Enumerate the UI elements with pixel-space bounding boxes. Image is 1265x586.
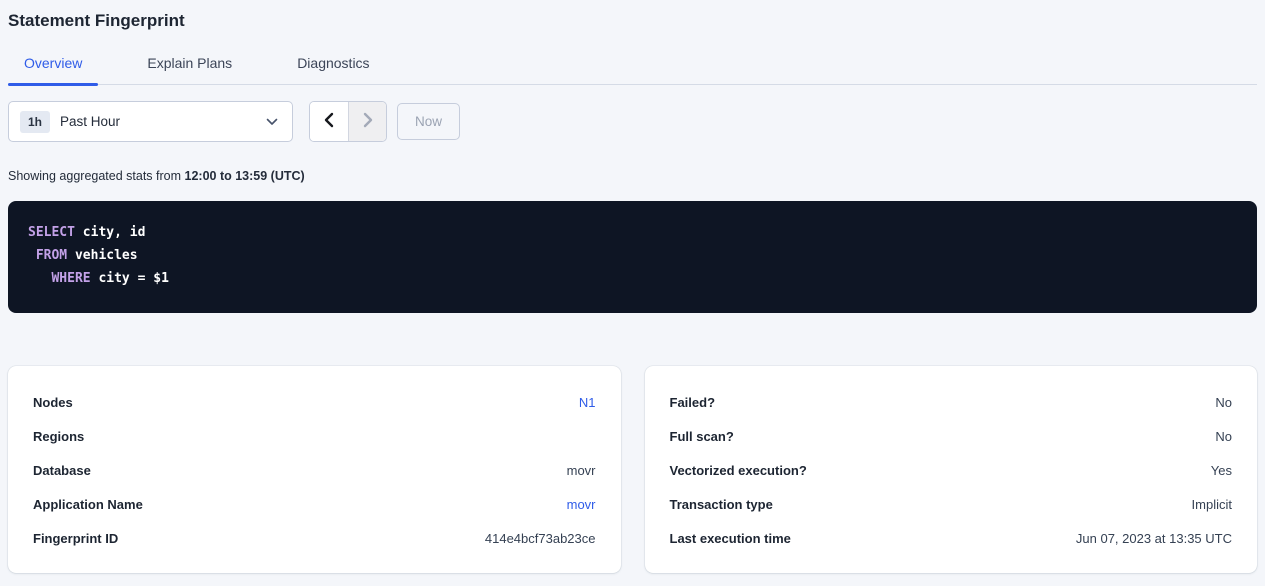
now-button[interactable]: Now xyxy=(397,103,460,140)
detail-value: 414e4bcf73ab23ce xyxy=(485,531,596,546)
detail-row: Nodes N1 xyxy=(33,385,596,419)
details-cards: NodesN1RegionsDatabasemovrApplication Na… xyxy=(8,366,1257,573)
sql-line: FROM vehicles xyxy=(28,244,1237,267)
detail-row: Database movr xyxy=(33,453,596,487)
detail-label: Last execution time xyxy=(670,531,791,546)
detail-value: Implicit xyxy=(1192,497,1232,512)
detail-row: Transaction type Implicit xyxy=(670,487,1233,521)
detail-row: Failed? No xyxy=(670,385,1233,419)
detail-value-link[interactable]: movr xyxy=(567,497,596,512)
detail-label: Fingerprint ID xyxy=(33,531,118,546)
detail-row: Vectorized execution? Yes xyxy=(670,453,1233,487)
statement-details-card: NodesN1RegionsDatabasemovrApplication Na… xyxy=(8,366,621,573)
detail-label: Application Name xyxy=(33,497,143,512)
detail-value: Yes xyxy=(1211,463,1232,478)
sql-line: WHERE city = $1 xyxy=(28,267,1237,290)
tab-overview[interactable]: Overview xyxy=(8,46,98,84)
detail-value: No xyxy=(1215,429,1232,444)
detail-value-link[interactable]: N1 xyxy=(579,395,596,410)
detail-value: Jun 07, 2023 at 13:35 UTC xyxy=(1076,531,1232,546)
detail-label: Full scan? xyxy=(670,429,734,444)
tab-bar: Overview Explain Plans Diagnostics xyxy=(8,46,1257,85)
detail-row: Application Name movr xyxy=(33,487,596,521)
detail-value: No xyxy=(1215,395,1232,410)
time-nav-group xyxy=(309,101,387,142)
page-title: Statement Fingerprint xyxy=(8,0,1257,31)
detail-value: movr xyxy=(567,463,596,478)
detail-label: Nodes xyxy=(33,395,73,410)
tab-diagnostics[interactable]: Diagnostics xyxy=(281,46,385,84)
stats-range: 12:00 to 13:59 (UTC) xyxy=(185,169,305,183)
prev-time-button[interactable] xyxy=(310,102,348,141)
chevron-down-icon xyxy=(266,118,278,126)
detail-label: Failed? xyxy=(670,395,716,410)
chevron-right-icon xyxy=(362,112,374,131)
sql-statement-box: SELECT city, id FROM vehicles WHERE city… xyxy=(8,201,1257,313)
time-range-label: Past Hour xyxy=(60,114,120,129)
sql-code: SELECT city, id FROM vehicles WHERE city… xyxy=(28,221,1237,290)
detail-row: Full scan? No xyxy=(670,419,1233,453)
detail-row: Regions xyxy=(33,419,596,453)
detail-row: Fingerprint ID 414e4bcf73ab23ce xyxy=(33,521,596,555)
detail-row: Last execution time Jun 07, 2023 at 13:35… xyxy=(670,521,1233,555)
detail-label: Transaction type xyxy=(670,497,773,512)
aggregated-stats-text: Showing aggregated stats from 12:00 to 1… xyxy=(8,169,1257,183)
detail-label: Database xyxy=(33,463,91,478)
time-range-badge: 1h xyxy=(20,111,50,133)
time-range-dropdown[interactable]: 1h Past Hour xyxy=(8,101,293,142)
detail-label: Regions xyxy=(33,429,84,444)
detail-label: Vectorized execution? xyxy=(670,463,807,478)
time-controls: 1h Past Hour Now xyxy=(8,101,1257,142)
chevron-left-icon xyxy=(323,112,335,131)
next-time-button[interactable] xyxy=(348,102,386,141)
execution-details-card: Failed? No Full scan? No Vectorized executio… xyxy=(645,366,1258,573)
sql-line: SELECT city, id xyxy=(28,221,1237,244)
stats-prefix: Showing aggregated stats from xyxy=(8,169,185,183)
statement-fingerprint-page: Statement Fingerprint Overview Explain P… xyxy=(0,0,1265,573)
tab-explain-plans[interactable]: Explain Plans xyxy=(131,46,248,84)
